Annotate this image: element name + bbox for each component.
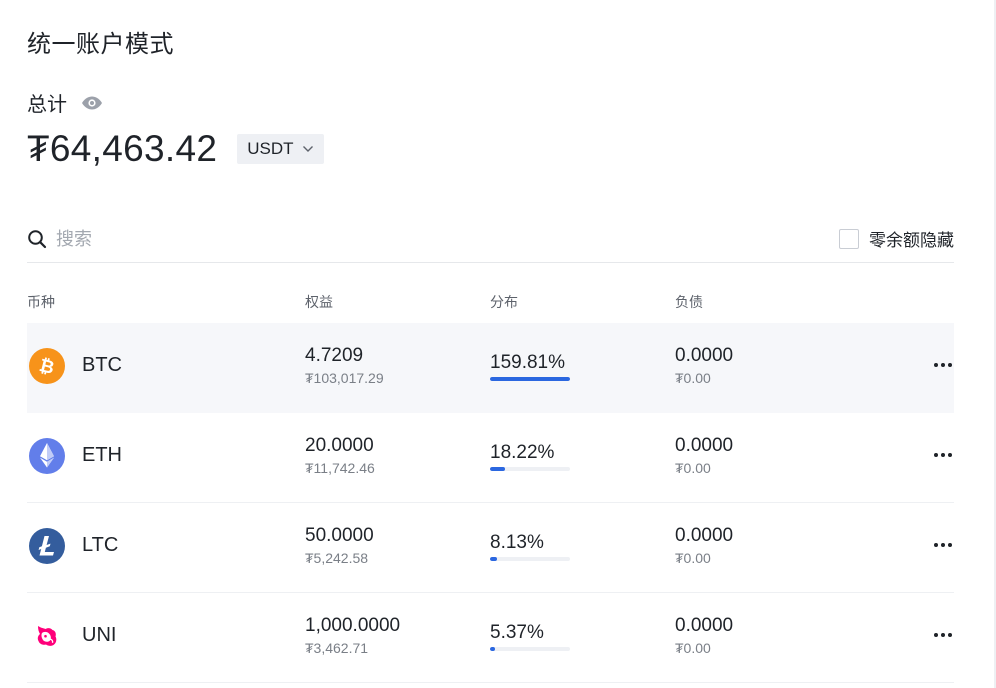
currency-select[interactable]: USDT — [237, 134, 324, 164]
total-row: 总计 — [27, 88, 103, 117]
distribution-cell: 159.81% — [490, 352, 570, 381]
distribution-percent: 5.37% — [490, 622, 544, 643]
equity-cell: 50.0000 ₮5,242.58 — [305, 525, 374, 566]
liability-cell: 0.0000 ₮0.00 — [675, 615, 733, 656]
table-row[interactable]: LTC 50.0000 ₮5,242.58 8.13% 0.0000 ₮0.00 — [27, 503, 954, 593]
eth-icon — [29, 438, 65, 474]
hide-zero-toggle[interactable]: 零余额隐藏 — [839, 226, 954, 251]
liability-cell: 0.0000 ₮0.00 — [675, 435, 733, 476]
distribution-bar — [490, 647, 570, 651]
chevron-down-icon — [302, 145, 314, 153]
equity-value: ₮3,462.71 — [305, 640, 369, 656]
equity-cell: 1,000.0000 ₮3,462.71 — [305, 615, 400, 656]
distribution-cell: 18.22% — [490, 442, 570, 471]
coin-name: ETH — [82, 444, 122, 466]
btc-icon: ₿ — [29, 348, 65, 384]
distribution-bar-fill — [490, 377, 570, 381]
equity-amount: 50.0000 — [305, 525, 374, 546]
eye-icon[interactable] — [81, 95, 103, 111]
ltc-icon — [29, 528, 65, 564]
table-row[interactable]: UNI 1,000.0000 ₮3,462.71 5.37% 0.0000 ₮0… — [27, 593, 954, 683]
liability-amount: 0.0000 — [675, 615, 734, 636]
equity-cell: 20.0000 ₮11,742.46 — [305, 435, 375, 476]
distribution-cell: 8.13% — [490, 532, 570, 561]
distribution-bar-fill — [490, 647, 495, 651]
liability-cell: 0.0000 ₮0.00 — [675, 345, 733, 386]
header-distribution: 分布 — [490, 295, 518, 311]
liability-amount: 0.0000 — [675, 435, 734, 456]
distribution-bar — [490, 467, 570, 471]
distribution-percent: 18.22% — [490, 442, 555, 463]
currency-select-value: USDT — [247, 139, 294, 158]
liability-cell: 0.0000 ₮0.00 — [675, 525, 733, 566]
more-options-button[interactable] — [932, 445, 954, 465]
hide-zero-checkbox[interactable] — [839, 228, 859, 249]
distribution-percent: 8.13% — [490, 532, 544, 553]
search-input[interactable] — [56, 224, 456, 254]
coin-name: UNI — [82, 624, 117, 646]
liability-value: ₮0.00 — [675, 460, 711, 476]
distribution-cell: 5.37% — [490, 622, 570, 651]
equity-amount: 20.0000 — [305, 435, 374, 456]
total-label: 总计 — [27, 92, 67, 116]
more-options-button[interactable] — [932, 535, 954, 555]
table-header: 币种 权益 分布 负债 — [27, 292, 954, 314]
equity-cell: 4.7209 ₮103,017.29 — [305, 345, 384, 386]
asset-table: ₿ BTC 4.7209 ₮103,017.29 159.81% 0.0000 … — [27, 323, 954, 683]
liability-amount: 0.0000 — [675, 525, 734, 546]
distribution-bar — [490, 377, 570, 381]
search-icon — [27, 229, 47, 249]
liability-value: ₮0.00 — [675, 640, 711, 656]
equity-amount: 1,000.0000 — [305, 615, 401, 636]
more-options-button[interactable] — [932, 355, 954, 375]
equity-value: ₮5,242.58 — [305, 550, 369, 566]
table-row[interactable]: ₿ BTC 4.7209 ₮103,017.29 159.81% 0.0000 … — [27, 323, 954, 413]
equity-value: ₮11,742.46 — [305, 460, 375, 476]
distribution-bar-fill — [490, 557, 497, 561]
distribution-bar-fill — [490, 467, 505, 471]
coin-name: LTC — [82, 534, 119, 556]
liability-value: ₮0.00 — [675, 370, 711, 386]
liability-value: ₮0.00 — [675, 550, 711, 566]
more-options-button[interactable] — [932, 625, 954, 645]
distribution-percent: 159.81% — [490, 352, 566, 373]
coin-name: BTC — [82, 354, 122, 376]
table-row[interactable]: ETH 20.0000 ₮11,742.46 18.22% 0.0000 ₮0.… — [27, 413, 954, 503]
header-coin: 币种 — [27, 295, 55, 311]
liability-amount: 0.0000 — [675, 345, 734, 366]
total-balance: ₮64,463.42 — [27, 128, 218, 169]
search-bar: 零余额隐藏 — [27, 216, 954, 263]
hide-zero-label: 零余额隐藏 — [869, 231, 954, 251]
header-equity: 权益 — [305, 295, 333, 311]
balance-row: ₮64,463.42 USDT — [27, 128, 324, 170]
equity-amount: 4.7209 — [305, 345, 364, 366]
page-title: 统一账户模式 — [27, 30, 174, 58]
equity-value: ₮103,017.29 — [305, 370, 384, 386]
distribution-bar — [490, 557, 570, 561]
header-liability: 负债 — [675, 295, 703, 311]
uni-icon — [29, 618, 65, 654]
